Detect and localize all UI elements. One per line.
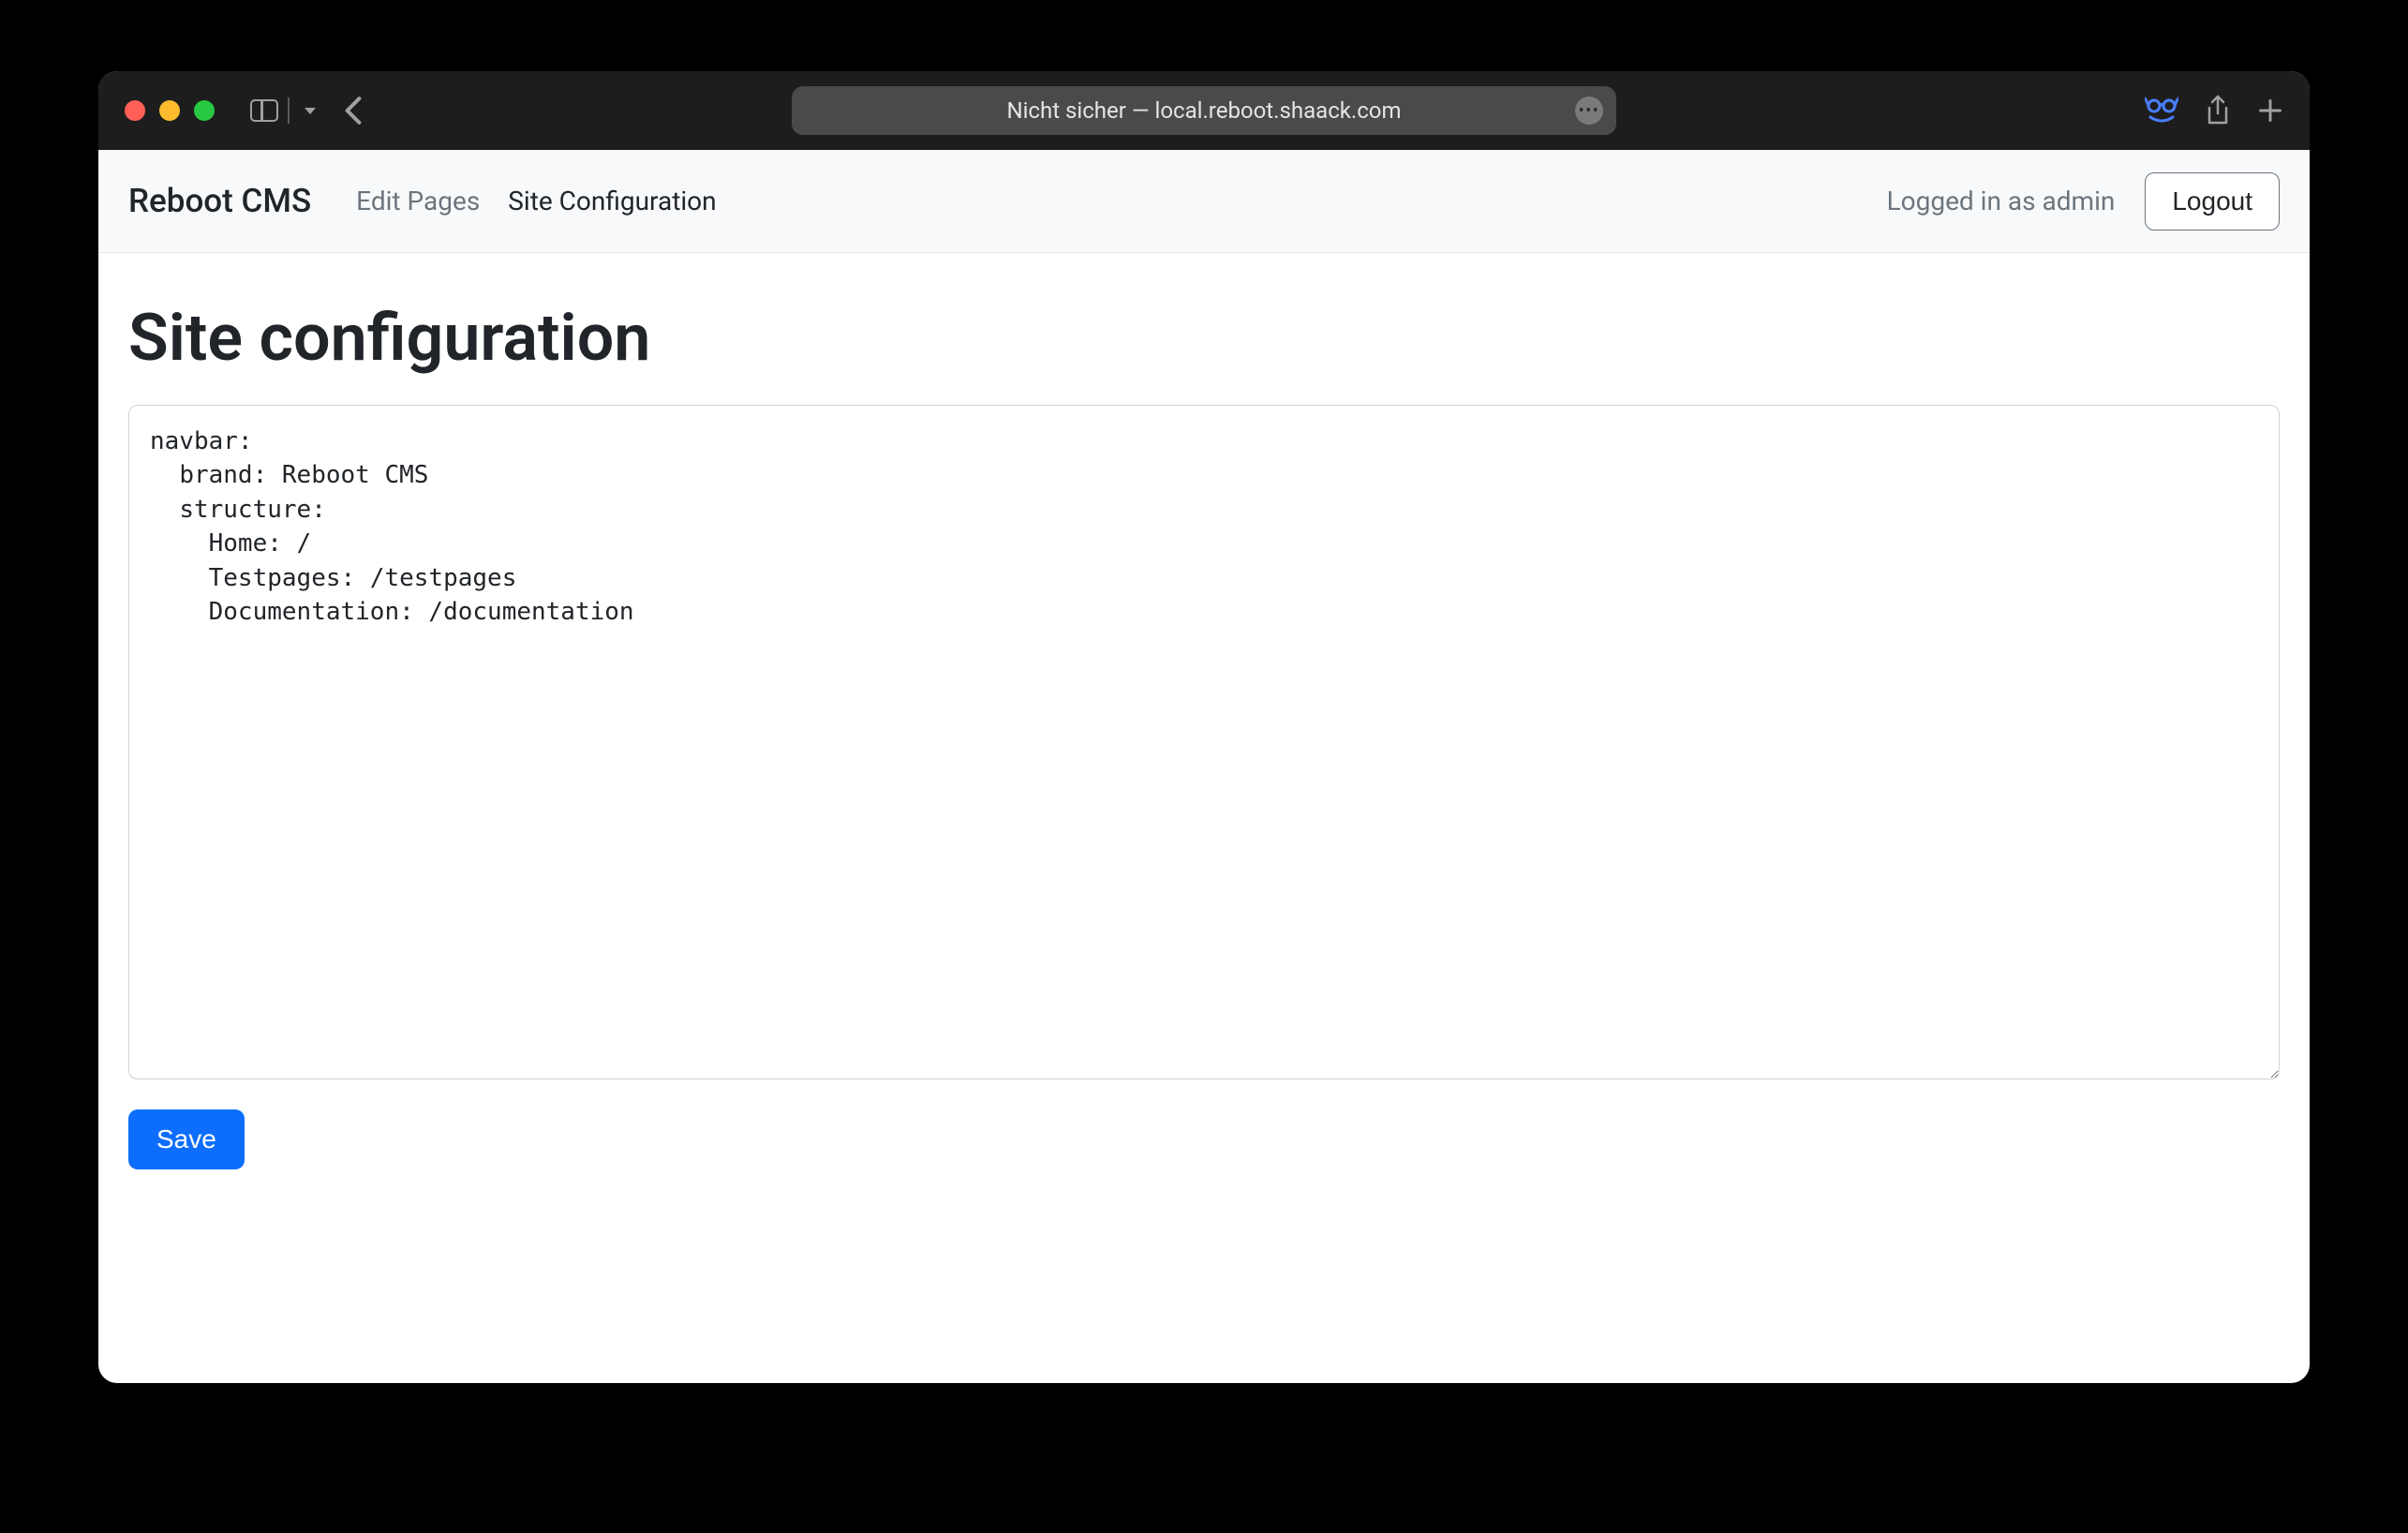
back-button[interactable] [344,96,363,126]
app-navbar: Reboot CMS Edit Pages Site Configuration… [98,150,2310,253]
address-bar[interactable]: Nicht sicher — local.reboot.shaack.com •… [792,86,1616,135]
config-textarea[interactable] [128,405,2280,1079]
new-tab-button[interactable] [2257,97,2283,124]
address-more-button[interactable]: ••• [1575,97,1603,125]
login-status: Logged in as admin [1887,186,2116,216]
page-title: Site configuration [128,300,2280,377]
nav-link-edit-pages[interactable]: Edit Pages [356,186,480,216]
minimize-window-button[interactable] [159,100,180,121]
logout-button[interactable]: Logout [2145,172,2280,231]
navbar-brand[interactable]: Reboot CMS [128,182,311,220]
browser-titlebar: Nicht sicher — local.reboot.shaack.com •… [98,71,2310,150]
browser-window: Nicht sicher — local.reboot.shaack.com •… [98,71,2310,1383]
page-content: Site configuration Save [98,253,2310,1383]
window-controls [125,100,215,121]
titlebar-right [2145,96,2283,126]
navbar-nav: Edit Pages Site Configuration [356,186,716,216]
close-window-button[interactable] [125,100,145,121]
divider [288,97,290,124]
sidebar-toggle[interactable] [250,97,316,124]
chevron-down-icon [305,108,316,114]
sidebar-icon [250,99,278,122]
share-icon[interactable] [2205,96,2231,126]
privacy-report-icon[interactable] [2145,96,2178,126]
maximize-window-button[interactable] [194,100,215,121]
save-button[interactable]: Save [128,1109,245,1169]
navbar-right: Logged in as admin Logout [1887,172,2280,231]
address-bar-text: Nicht sicher — local.reboot.shaack.com [1006,97,1401,124]
nav-link-site-configuration[interactable]: Site Configuration [508,186,716,216]
